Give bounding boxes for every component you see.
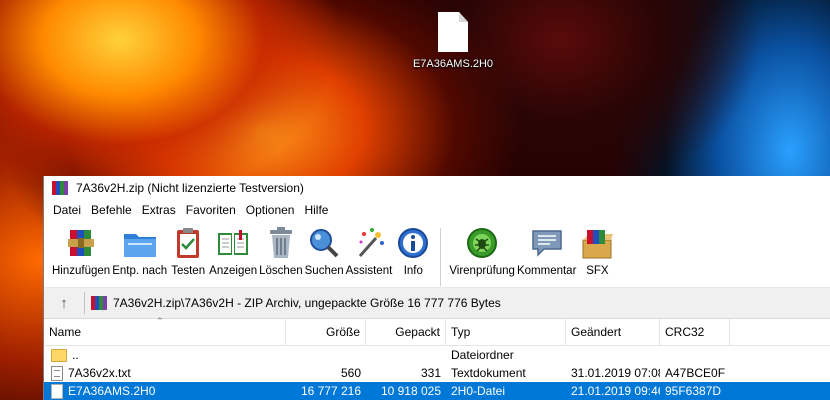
comment-button[interactable]: Kommentar xyxy=(517,224,576,277)
desktop-file-label: E7A36AMS.2H0 xyxy=(412,58,494,70)
virus-scan-label: Virenprüfung xyxy=(449,265,515,277)
find-label: Suchen xyxy=(304,265,344,277)
delete-button[interactable]: Löschen xyxy=(259,224,303,277)
file-packed: 331 xyxy=(420,366,441,380)
up-arrow-icon[interactable]: ↑ xyxy=(44,295,84,312)
file-row-parent[interactable]: .. Dateiordner xyxy=(44,346,830,364)
extract-to-label: Entp. nach xyxy=(112,265,168,277)
file-crc: 95F6387D xyxy=(665,384,722,398)
sfx-button[interactable]: SFX xyxy=(578,224,616,277)
file-size: 560 xyxy=(340,366,361,380)
menu-datei[interactable]: Datei xyxy=(48,203,86,217)
file-name: E7A36AMS.2H0 xyxy=(68,384,156,398)
comment-icon xyxy=(528,224,566,262)
view-label: Anzeigen xyxy=(209,265,258,277)
menu-favoriten[interactable]: Favoriten xyxy=(181,203,241,217)
test-clipboard-icon xyxy=(169,224,207,262)
menu-befehle[interactable]: Befehle xyxy=(86,203,137,217)
file-row-txt[interactable]: 7A36v2x.txt 560 331 Textdokument 31.01.2… xyxy=(44,364,830,382)
add-archive-icon xyxy=(62,224,100,262)
column-changed[interactable]: Geändert xyxy=(566,319,660,345)
column-crc[interactable]: CRC32 xyxy=(660,319,730,345)
address-bar: ↑ 7A36v2H.zip\7A36v2H - ZIP Archiv, unge… xyxy=(44,288,830,319)
file-packed: 10 918 025 xyxy=(380,384,441,398)
info-button[interactable]: Info xyxy=(394,224,432,277)
file-changed: 31.01.2019 07:08 xyxy=(571,366,660,380)
sort-arrow-icon: ⌃ xyxy=(156,316,164,326)
menu-bar: Datei Befehle Extras Favoriten Optionen … xyxy=(44,200,830,220)
info-icon xyxy=(394,224,432,262)
title-bar[interactable]: 7A36v2H.zip (Nicht lizenzierte Testversi… xyxy=(44,176,830,200)
file-crc: A47BCE0F xyxy=(665,366,726,380)
extract-to-button[interactable]: Entp. nach xyxy=(112,224,167,277)
menu-optionen[interactable]: Optionen xyxy=(241,203,300,217)
wizard-label: Assistent xyxy=(345,265,393,277)
file-row-selected[interactable]: E7A36AMS.2H0 16 777 216 10 918 025 2H0-D… xyxy=(44,382,830,400)
file-icon xyxy=(438,12,468,52)
winrar-app-icon xyxy=(52,181,68,195)
column-type[interactable]: Typ xyxy=(446,319,566,345)
file-type: Dateiordner xyxy=(451,348,514,362)
sfx-box-icon xyxy=(578,224,616,262)
column-packed[interactable]: Gepackt xyxy=(366,319,446,345)
magnifier-icon xyxy=(305,224,343,262)
file-name: .. xyxy=(72,348,79,362)
test-label: Testen xyxy=(171,265,206,277)
find-button[interactable]: Suchen xyxy=(305,224,344,277)
address-separator xyxy=(84,292,85,314)
add-label: Hinzufügen xyxy=(52,265,111,277)
column-size[interactable]: Größe xyxy=(286,319,366,345)
winrar-window: 7A36v2H.zip (Nicht lizenzierte Testversi… xyxy=(43,176,830,400)
folder-icon xyxy=(51,348,67,362)
menu-extras[interactable]: Extras xyxy=(137,203,181,217)
virus-scan-button[interactable]: Virenprüfung xyxy=(449,224,515,277)
info-label: Info xyxy=(403,265,423,277)
text-file-icon xyxy=(51,365,63,381)
wizard-button[interactable]: Assistent xyxy=(345,224,393,277)
toolbar: Hinzufügen Entp. nach Testen Anzeigen Lö… xyxy=(44,220,830,288)
file-type: 2H0-Datei xyxy=(451,384,506,398)
desktop-file-icon[interactable]: E7A36AMS.2H0 xyxy=(405,12,501,70)
file-size: 16 777 216 xyxy=(300,384,361,398)
column-name[interactable]: Name xyxy=(44,319,286,345)
file-icon xyxy=(51,383,63,399)
wizard-wand-icon xyxy=(350,224,388,262)
window-title: 7A36v2H.zip (Nicht lizenzierte Testversi… xyxy=(76,181,304,195)
address-path[interactable]: 7A36v2H.zip\7A36v2H - ZIP Archiv, ungepa… xyxy=(113,296,501,310)
file-list-header: ⌃ Name Größe Gepackt Typ Geändert CRC32 xyxy=(44,316,830,346)
view-book-icon xyxy=(214,224,252,262)
trash-icon xyxy=(262,224,300,262)
file-changed: 21.01.2019 09:46 xyxy=(571,384,660,398)
file-name: 7A36v2x.txt xyxy=(68,366,131,380)
menu-hilfe[interactable]: Hilfe xyxy=(299,203,333,217)
comment-label: Kommentar xyxy=(516,265,577,277)
extract-folder-icon xyxy=(121,224,159,262)
delete-label: Löschen xyxy=(259,265,303,277)
toolbar-separator xyxy=(440,228,442,286)
file-type: Textdokument xyxy=(451,366,526,380)
archive-icon xyxy=(91,296,107,310)
virus-scan-icon xyxy=(463,224,501,262)
view-button[interactable]: Anzeigen xyxy=(209,224,257,277)
add-button[interactable]: Hinzufügen xyxy=(52,224,110,277)
sfx-label: SFX xyxy=(586,265,609,277)
test-button[interactable]: Testen xyxy=(169,224,207,277)
